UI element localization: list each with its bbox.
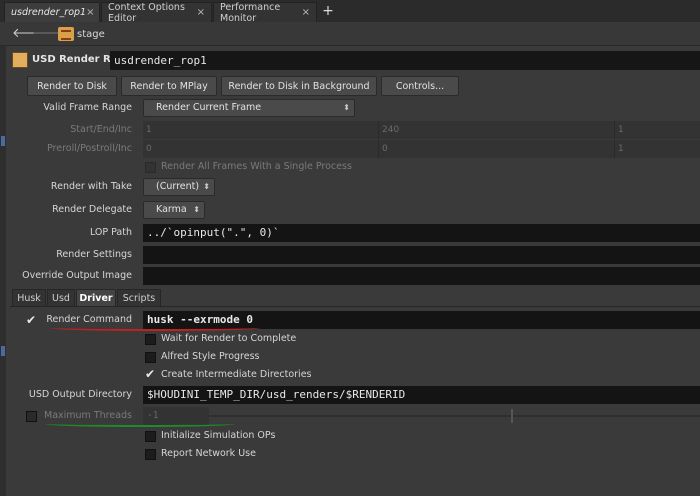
- override-output-label: Override Output Image: [22, 270, 132, 281]
- usd-render-rop-icon: [12, 52, 28, 68]
- render-to-disk-button[interactable]: Render to Disk: [27, 76, 117, 96]
- tab-context-options-editor[interactable]: Context Options Editor ×: [101, 1, 212, 24]
- menu-arrows-icon: ⬍: [193, 205, 200, 214]
- create-dirs-checkmark-icon[interactable]: ✔: [145, 368, 155, 380]
- tab-usdrender-rop1[interactable]: usdrender_rop1 ×: [4, 2, 100, 22]
- alfred-progress-label: Alfred Style Progress: [161, 351, 260, 362]
- render-with-take-value: (Current): [156, 181, 200, 192]
- stage-path-button[interactable]: stage: [58, 24, 108, 44]
- max-threads-slider-handle[interactable]: [511, 409, 513, 423]
- stage-icon: [58, 27, 74, 41]
- render-delegate-value: Karma: [156, 204, 187, 215]
- valid-frame-range-menu[interactable]: Render Current Frame ⬍: [143, 99, 355, 117]
- left-edge-strip: [0, 46, 6, 496]
- render-command-checkmark-icon[interactable]: ✔: [26, 314, 36, 326]
- preroll-field[interactable]: 0: [143, 140, 378, 158]
- start-end-inc-label: Start/End/Inc: [70, 124, 132, 135]
- back-arrow-icon[interactable]: 🡐: [12, 26, 47, 42]
- menu-arrows-icon: ⬍: [203, 182, 210, 191]
- tab-performance-monitor[interactable]: Performance Monitor ×: [213, 1, 317, 24]
- add-tab-icon[interactable]: +: [320, 3, 336, 19]
- init-sim-ops-checkbox[interactable]: [145, 431, 156, 442]
- render-settings-field[interactable]: [143, 246, 700, 264]
- render-background-button[interactable]: Render to Disk in Background: [221, 76, 377, 96]
- tab-driver[interactable]: Driver: [76, 289, 116, 307]
- override-output-field[interactable]: [143, 267, 700, 285]
- controls-button[interactable]: Controls...: [381, 76, 459, 96]
- tab-scripts[interactable]: Scripts: [117, 289, 161, 307]
- tab-usd[interactable]: Usd: [47, 289, 75, 307]
- create-dirs-label: Create Intermediate Directories: [161, 369, 312, 380]
- single-process-label: Render All Frames With a Single Process: [161, 161, 352, 172]
- single-process-checkbox[interactable]: [145, 162, 156, 173]
- start-field[interactable]: 1: [143, 121, 378, 139]
- max-threads-checkbox[interactable]: [26, 411, 37, 422]
- render-settings-label: Render Settings: [56, 249, 132, 260]
- usd-output-dir-field[interactable]: $HOUDINI_TEMP_DIR/usd_renders/$RENDERID: [143, 386, 700, 404]
- inc-field[interactable]: 1: [614, 121, 700, 139]
- lop-path-label: LOP Path: [89, 227, 132, 238]
- forward-arrow-icon[interactable]: 🡒: [32, 26, 67, 42]
- report-network-label: Report Network Use: [161, 448, 256, 459]
- max-threads-slider-track[interactable]: [209, 415, 700, 417]
- stage-label: stage: [77, 28, 105, 40]
- render-delegate-menu[interactable]: Karma ⬍: [143, 201, 205, 219]
- postroll-field[interactable]: 0: [378, 140, 614, 158]
- render-with-take-label: Render with Take: [50, 181, 132, 192]
- lop-path-field[interactable]: ../`opinput(".", 0)`: [143, 224, 700, 242]
- render-to-mplay-button[interactable]: Render to MPlay: [121, 76, 217, 96]
- close-icon[interactable]: ×: [197, 7, 205, 18]
- menu-arrows-icon: ⬍: [343, 103, 350, 112]
- preroll-label: Preroll/Postroll/Inc: [46, 143, 132, 154]
- render-delegate-label: Render Delegate: [52, 204, 132, 215]
- tab-label: Performance Monitor: [220, 1, 281, 24]
- render-with-take-menu[interactable]: (Current) ⬍: [143, 178, 215, 196]
- preroll-inc-field[interactable]: 1: [614, 140, 700, 158]
- close-icon[interactable]: ×: [86, 7, 94, 18]
- init-sim-ops-label: Initialize Simulation OPs: [161, 430, 276, 441]
- green-annotation-underline: [45, 421, 235, 427]
- tab-label: Context Options Editor: [108, 1, 185, 24]
- close-icon[interactable]: ×: [302, 7, 310, 18]
- end-field[interactable]: 240: [378, 121, 614, 139]
- node-name-field[interactable]: usdrender_rop1: [110, 51, 700, 70]
- valid-frame-range-value: Render Current Frame: [156, 102, 262, 113]
- alfred-progress-checkbox[interactable]: [145, 352, 156, 363]
- valid-frame-range-label: Valid Frame Range: [43, 102, 132, 113]
- wait-for-render-checkbox[interactable]: [145, 334, 156, 345]
- report-network-checkbox[interactable]: [145, 449, 156, 460]
- wait-for-render-label: Wait for Render to Complete: [161, 333, 297, 344]
- usd-output-dir-label: USD Output Directory: [28, 389, 132, 400]
- tab-husk[interactable]: Husk: [12, 289, 46, 307]
- tab-label: usdrender_rop1: [11, 7, 87, 18]
